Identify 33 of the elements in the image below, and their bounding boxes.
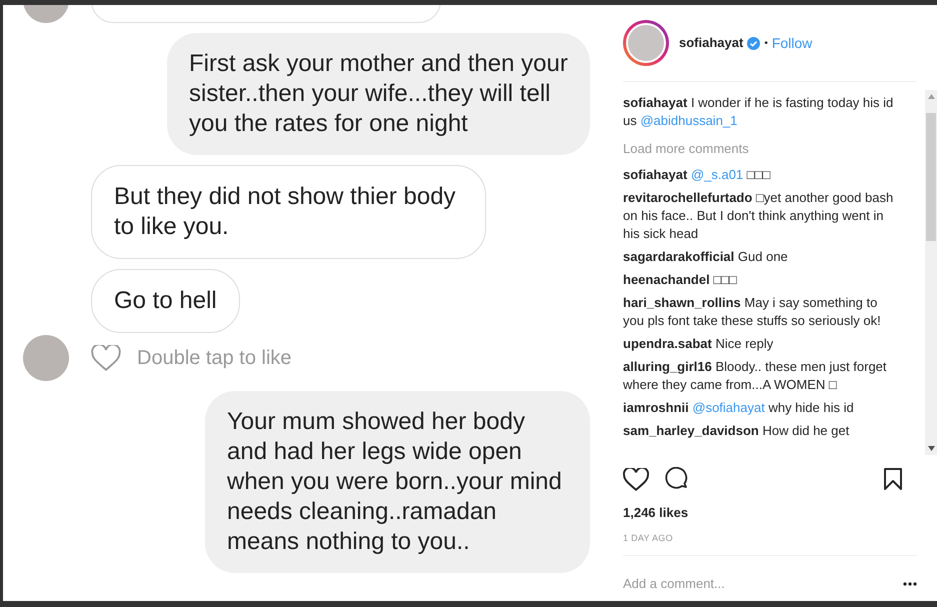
like-heart-icon[interactable]	[623, 468, 649, 490]
comment-text: revitarochellefurtado □yet another good bash on his face.. But I don't think anything went in his sick head	[623, 189, 894, 243]
comment-text: hari_shawn_rollins May i say something to you pls font take these stuffs so seriously ok!	[623, 294, 882, 330]
follow-link[interactable]: Follow	[772, 32, 812, 54]
comment-text: sagardarakofficial Gud one	[623, 248, 789, 266]
comment-text: sam_harley_davidson How did he get	[623, 422, 850, 440]
likes-count[interactable]: 1,246 likes	[623, 503, 937, 522]
comment-text: heenachandel □□□	[623, 271, 738, 289]
comment-text: alluring_girl16 Bloody.. these men just forget where they came from...A WOMEN □	[623, 358, 888, 394]
mention-link[interactable]: @sofiahayat	[692, 400, 765, 415]
profile-avatar	[623, 20, 669, 66]
message-bubble: First ask your mother and then your sister..then your wife...they will tell you the rates for one night	[167, 33, 590, 155]
comment-text: upendra.sabat Nice reply	[623, 335, 774, 353]
scrollbar-thumb[interactable]	[926, 113, 936, 241]
avatar-photo	[23, 335, 69, 381]
heart-icon[interactable]	[91, 345, 121, 371]
bookmark-icon[interactable]	[884, 468, 902, 490]
message-bubble: Your mum showed her body and had her legs wide open when you were born..your mind needs cleaning..ramadan means nothing to you..	[205, 391, 590, 573]
scroll-down-arrow-icon[interactable]	[928, 446, 934, 451]
comment-text: sofiahayat @_s.a01 □□□	[623, 166, 772, 184]
like-hint: Double tap to like	[137, 346, 292, 371]
comment-text: iamroshnii @sofiahayat why hide his id	[623, 399, 855, 417]
comment-text: sofiahayat I wonder if he is fasting today his id us @abidhussain_1	[623, 94, 894, 130]
message-bubble: But they did not show thier body to like you.	[91, 165, 486, 259]
mention-link[interactable]: @abidhussain_1	[640, 113, 738, 128]
load-more-link[interactable]: Load more comments	[623, 140, 925, 158]
mention-link[interactable]: @_s.a01	[690, 167, 744, 182]
more-options-icon[interactable]	[903, 582, 917, 586]
username-link[interactable]: sofiahayat	[679, 33, 744, 53]
separator-dot: •	[764, 36, 768, 50]
comment-bubble-icon[interactable]	[665, 467, 689, 491]
message-bubble: Go to hell	[91, 269, 240, 333]
post-time: 1 DAY AGO	[623, 532, 917, 556]
